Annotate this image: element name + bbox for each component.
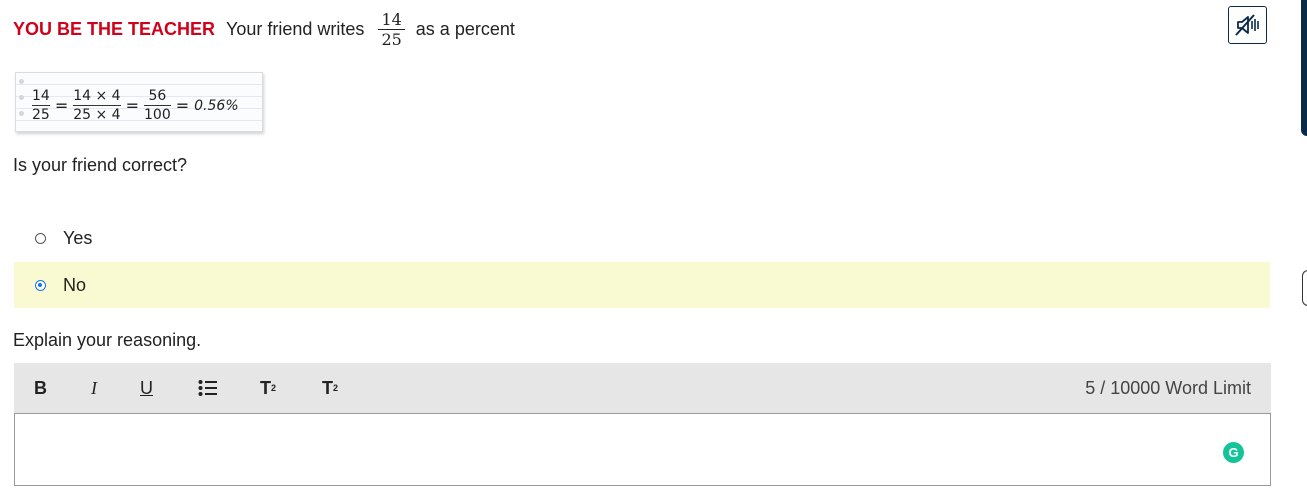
work-denominator-2: 25 × 4 [73, 107, 121, 123]
subscript-label: T [322, 377, 333, 398]
word-limit-counter: 5 / 10000 Word Limit [1085, 363, 1251, 413]
question-text: Is your friend correct? [13, 155, 188, 175]
option-label: Yes [63, 227, 93, 248]
bold-button[interactable]: B [34, 363, 47, 413]
equals-sign: = [125, 96, 139, 115]
equals-sign: = [54, 96, 69, 115]
prompt-suffix: as a percent [415, 18, 515, 39]
fraction-numerator: 14 [381, 9, 402, 29]
prompt-prefix: Your friend writes [226, 18, 365, 39]
underline-button[interactable]: U [140, 363, 153, 413]
bullet-list-icon [198, 380, 217, 396]
page: YOU BE THE TEACHER Your friend writes 14… [0, 0, 1307, 489]
editor-toolbar: B I U T2 T2 5 / 10000 Word Limit [14, 363, 1271, 413]
work-fraction-1: 14 25 [32, 88, 50, 123]
work-numerator-1: 14 [32, 88, 50, 104]
mute-audio-button[interactable] [1228, 6, 1267, 44]
work-denominator-3: 100 [144, 107, 171, 123]
option-no[interactable]: No [14, 262, 1270, 308]
word-limit-label: / 10000 Word Limit [1100, 377, 1251, 398]
work-expression: 14 25 = 14 × 4 25 × 4 = 56 100 = 0.56% [32, 88, 239, 123]
option-yes[interactable]: Yes [14, 215, 1270, 261]
side-panel-tab[interactable] [1302, 270, 1307, 306]
radio-yes[interactable] [35, 232, 46, 244]
grammarly-icon[interactable]: G [1223, 442, 1244, 463]
word-count: 5 [1085, 377, 1096, 398]
explain-prompt: Explain your reasoning. [13, 330, 202, 350]
option-label: No [63, 274, 87, 295]
speaker-mute-icon [1234, 14, 1259, 36]
work-denominator-1: 25 [32, 107, 50, 123]
side-panel-edge [1301, 0, 1307, 136]
work-result: 0.56% [194, 97, 239, 114]
work-numerator-2: 14 × 4 [73, 88, 121, 104]
prompt-header: YOU BE THE TEACHER Your friend writes 14… [13, 10, 515, 48]
work-numerator-3: 56 [148, 88, 167, 104]
fraction-denominator: 25 [381, 29, 402, 49]
bullet-list-button[interactable] [198, 363, 218, 413]
radio-no[interactable] [35, 279, 46, 291]
work-fraction-3: 56 100 [144, 88, 171, 123]
friend-work-image: 14 25 = 14 × 4 25 × 4 = 56 100 = 0.56% [15, 72, 263, 132]
superscript-button[interactable]: T2 [260, 363, 276, 413]
section-label: YOU BE THE TEACHER [13, 18, 216, 39]
superscript-label: T [260, 377, 271, 398]
equals-sign: = [175, 96, 190, 115]
prompt-fraction: 14 25 [378, 9, 405, 49]
work-fraction-2: 14 × 4 25 × 4 [73, 88, 121, 123]
response-editor[interactable] [14, 413, 1271, 486]
italic-button[interactable]: I [91, 363, 97, 413]
subscript-button[interactable]: T2 [322, 363, 338, 413]
notebook-holes [19, 79, 24, 116]
